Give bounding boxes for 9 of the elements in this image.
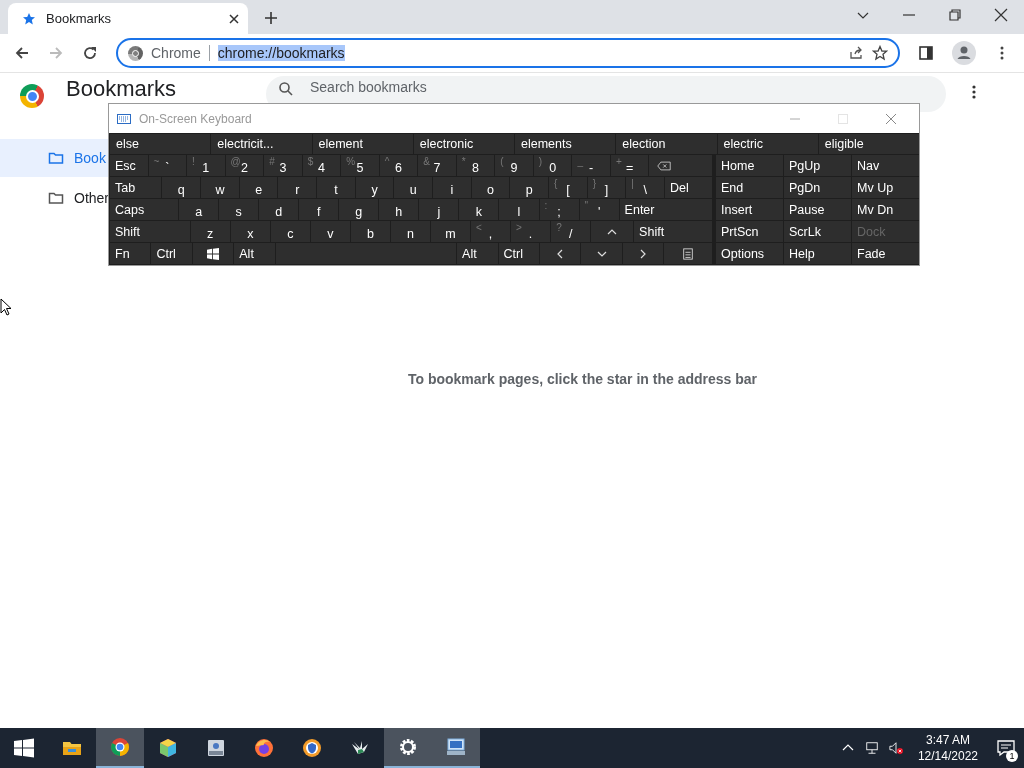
page-heading: Bookmarks <box>66 76 178 102</box>
clock-time: 3:47 AM <box>925 732 970 748</box>
url-text: chrome://bookmarks <box>217 45 345 61</box>
tab-title: Bookmarks <box>46 11 113 26</box>
empty-message: To bookmark pages, click the star in the address bar <box>407 371 758 389</box>
site-label: Chrome <box>151 45 201 61</box>
clock-date: 12/14/2022 <box>917 748 978 764</box>
notification-badge: 1 <box>1006 750 1018 762</box>
window-title: On-Screen Keyboard <box>139 111 252 126</box>
